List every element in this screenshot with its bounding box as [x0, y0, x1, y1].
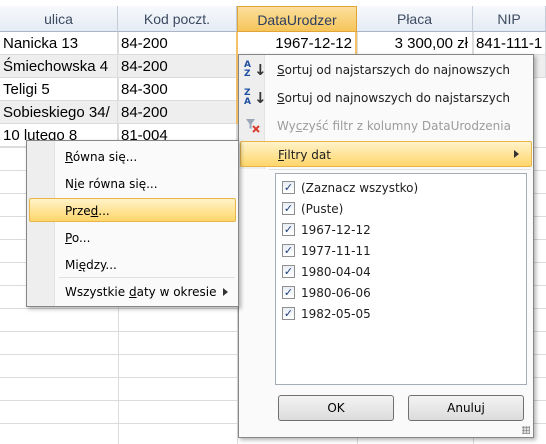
- sort-newest-to-oldest-item[interactable]: Z A ↓ Sortuj od najnowszych do najstarsz…: [239, 85, 533, 111]
- menu-label: Nie równa się...: [65, 172, 158, 196]
- before-item[interactable]: Przed...: [29, 198, 236, 222]
- sort-oldest-to-newest-item[interactable]: A Z ↓ Sortuj od najstarszych do najnowsz…: [239, 57, 533, 83]
- list-item-label: 1980-04-04: [301, 265, 371, 279]
- menu-label-part: o...: [71, 231, 91, 245]
- menu-label-part: Prze: [65, 204, 91, 218]
- menu-label-part: iltry dat: [284, 148, 331, 162]
- sort-ascending-icon: A Z ↓: [244, 60, 267, 80]
- table-cell[interactable]: Teligi 5: [0, 78, 118, 101]
- table-cell[interactable]: 84-200: [118, 101, 237, 124]
- cancel-button[interactable]: Anuluj: [408, 395, 524, 421]
- table-cell[interactable]: 84-300: [118, 78, 237, 101]
- after-item[interactable]: Po...: [29, 226, 236, 250]
- ok-button[interactable]: OK: [278, 395, 394, 421]
- menu-label-part: aty w okresie: [136, 285, 217, 299]
- menu-label: Filtry dat: [278, 142, 331, 168]
- column-header-ulica[interactable]: ulica: [0, 6, 118, 32]
- menu-label-part: Wy: [277, 119, 296, 133]
- clear-filter-icon: [244, 117, 262, 135]
- table-cell[interactable]: 84-200: [118, 32, 237, 55]
- column-header-kod-poczt[interactable]: Kod poczt.: [118, 6, 237, 32]
- date-filters-item[interactable]: Filtry dat: [240, 141, 532, 167]
- list-item-label: 1982-05-05: [301, 307, 371, 321]
- submenu-arrow-icon: [514, 150, 519, 158]
- sort-icon-letter: Z: [244, 69, 251, 79]
- menu-label-part: dzy...: [86, 258, 117, 272]
- not-equals-item[interactable]: Nie równa się...: [29, 172, 236, 196]
- table-cell[interactable]: 841-111-1: [473, 32, 546, 55]
- menu-label-part: e równa się...: [77, 177, 158, 191]
- table-cell[interactable]: 1967-12-12: [237, 32, 357, 55]
- clear-filter-item[interactable]: Wyczyść filtr z kolumny DataUrodzenia: [239, 113, 533, 139]
- menu-label-part: ortuj od najstarszych do najnowszych: [284, 63, 511, 77]
- submenu-arrow-icon: [223, 288, 228, 296]
- menu-label: Między...: [65, 253, 117, 277]
- menu-label-part: P: [65, 231, 72, 245]
- column-header-data-urodzenia[interactable]: DataUrodzer: [237, 6, 357, 32]
- menu-label: Wszystkie daty w okresie: [65, 280, 217, 304]
- checkbox[interactable]: ✓: [282, 307, 295, 320]
- checkbox[interactable]: ✓: [282, 202, 295, 215]
- autofilter-dropdown: A Z ↓ Sortuj od najstarszych do najnowsz…: [238, 54, 534, 438]
- menu-label-part: ę: [78, 258, 87, 272]
- checkbox[interactable]: ✓: [282, 181, 295, 194]
- all-dates-in-period-item[interactable]: Wszystkie daty w okresie: [29, 280, 236, 304]
- menu-label: Wyczyść filtr z kolumny DataUrodzenia: [277, 113, 511, 139]
- menu-label-part: ówna się...: [72, 150, 138, 164]
- list-item-label: 1967-12-12: [301, 223, 371, 237]
- column-header-nip[interactable]: NIP: [473, 6, 546, 32]
- table-cell[interactable]: 84-200: [118, 55, 237, 78]
- menu-label-part: ...: [98, 204, 110, 218]
- menu-label-part: S: [277, 91, 285, 105]
- menu-label: Przed...: [65, 199, 110, 223]
- menu-label-part: Wszystkie: [65, 285, 129, 299]
- menu-label-part: d: [128, 285, 137, 299]
- checkbox[interactable]: ✓: [282, 286, 295, 299]
- checkbox[interactable]: ✓: [282, 265, 295, 278]
- menu-label-part: N: [65, 177, 74, 191]
- checkbox[interactable]: ✓: [282, 244, 295, 257]
- list-item-label: 1977-11-11: [301, 244, 371, 258]
- table-cell[interactable]: Śmiechowska 4: [0, 55, 118, 78]
- menu-label: Po...: [65, 226, 90, 250]
- equals-item[interactable]: Równa się...: [29, 145, 236, 169]
- table-cell[interactable]: 3 300,00 zł: [357, 32, 473, 55]
- table-cell[interactable]: Sobieskiego 34/: [0, 101, 118, 124]
- menu-separator: [269, 169, 531, 170]
- menu-label-part: R: [65, 150, 73, 164]
- list-item-label: (Zaznacz wszystko): [301, 181, 419, 195]
- menu-label: Sortuj od najstarszych do najnowszych: [277, 57, 510, 83]
- menu-label-part: zyść filtr z kolumny DataUrodzenia: [302, 119, 511, 133]
- resize-grip-icon[interactable]: [522, 426, 530, 434]
- column-header-placa[interactable]: Płaca: [357, 6, 473, 32]
- list-item-label: (Puste): [301, 202, 344, 216]
- checkbox[interactable]: ✓: [282, 223, 295, 236]
- sort-descending-icon: Z A ↓: [244, 88, 267, 108]
- menu-label: Sortuj od najnowszych do najstarszych: [277, 85, 510, 111]
- list-item-label: 1980-06-06: [301, 286, 371, 300]
- menu-label-part: Mi: [65, 258, 79, 272]
- date-filters-submenu: Równa się... Nie równa się... Przed... P…: [26, 140, 239, 307]
- menu-label: Równa się...: [65, 145, 137, 169]
- menu-separator: [59, 277, 235, 278]
- table-cell[interactable]: Nanicka 13: [0, 32, 118, 55]
- menu-label-part: ortuj od najnowszych do najstarszych: [284, 91, 511, 105]
- sort-icon-letter: A: [244, 97, 251, 107]
- menu-label-part: S: [277, 63, 285, 77]
- filter-value-list[interactable]: ✓ (Zaznacz wszystko) ✓ (Puste) ✓ 1967-12…: [275, 173, 527, 385]
- between-item[interactable]: Między...: [29, 253, 236, 277]
